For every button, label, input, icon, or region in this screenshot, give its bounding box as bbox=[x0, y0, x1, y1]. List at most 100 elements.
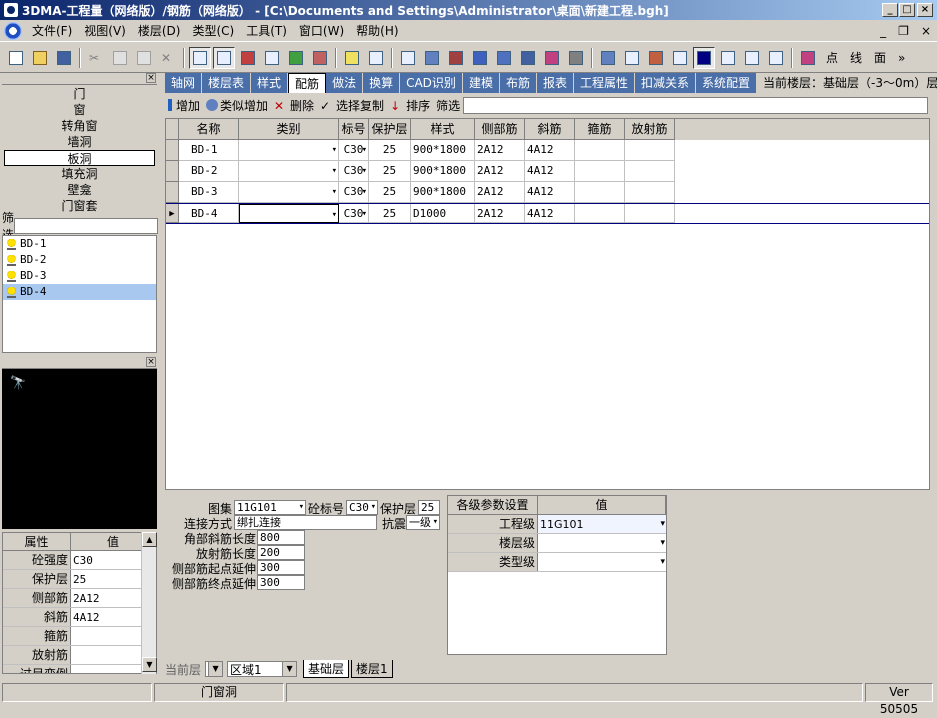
prop-row[interactable]: 放射筋 bbox=[3, 646, 156, 665]
table-row[interactable]: BD-1 C30 25 900*1800 2A12 4A12 bbox=[166, 140, 929, 161]
prop-row[interactable]: 过目变例 bbox=[3, 665, 156, 673]
menu-view[interactable]: 视图(V) bbox=[78, 20, 132, 42]
column-icon[interactable] bbox=[517, 47, 539, 69]
mdi-minimize-icon[interactable]: _ bbox=[874, 20, 892, 42]
pillar-icon[interactable] bbox=[597, 47, 619, 69]
category-dropdown[interactable] bbox=[239, 140, 339, 161]
category-dropdown[interactable] bbox=[239, 161, 339, 182]
zone-select[interactable]: 区域1 ▼ bbox=[227, 661, 298, 677]
tab-rebar[interactable]: 配筋 bbox=[288, 73, 327, 93]
list-item[interactable]: BD-4 bbox=[3, 284, 156, 300]
tab-deduction[interactable]: 扣减关系 bbox=[635, 73, 697, 93]
table-row[interactable]: ▶ BD-4 C30 25 D1000 2A12 4A12 bbox=[166, 203, 929, 224]
grid-filter-input[interactable] bbox=[463, 96, 928, 114]
table-row[interactable]: BD-3 C30 25 900*1800 2A12 4A12 bbox=[166, 182, 929, 203]
list-item[interactable]: BD-2 bbox=[3, 252, 156, 268]
level-row[interactable]: 工程级 11G101 bbox=[448, 515, 666, 534]
prop-row[interactable]: 侧部筋 2A12 bbox=[3, 589, 156, 608]
prop-row[interactable]: 斜筋 4A12 bbox=[3, 608, 156, 627]
tab-convert[interactable]: 换算 bbox=[363, 73, 401, 93]
delete-icon[interactable]: ✕ bbox=[157, 47, 179, 69]
cover-input[interactable]: 25 bbox=[418, 500, 440, 515]
similar-add-button[interactable]: 类似增加 bbox=[203, 97, 271, 114]
category-dropdown[interactable] bbox=[239, 204, 339, 223]
find-icon[interactable] bbox=[365, 47, 387, 69]
more-icon[interactable]: » bbox=[892, 51, 911, 65]
preview-close-icon[interactable]: × bbox=[146, 357, 156, 367]
mdi-restore-icon[interactable]: ❐ bbox=[892, 20, 915, 42]
copy-icon[interactable] bbox=[109, 47, 131, 69]
angle-icon[interactable] bbox=[765, 47, 787, 69]
sort-button[interactable]: ↓ 排序 bbox=[387, 97, 433, 114]
category-slab-hole[interactable]: 板洞 bbox=[4, 150, 155, 166]
app-logo-icon[interactable] bbox=[4, 21, 22, 40]
prop-row[interactable]: 保护层 25 bbox=[3, 570, 156, 589]
category-door[interactable]: 门 bbox=[2, 86, 157, 102]
layers-icon[interactable] bbox=[421, 47, 443, 69]
prop-row[interactable]: 箍筋 bbox=[3, 627, 156, 646]
tab-axis[interactable]: 轴网 bbox=[165, 73, 203, 93]
plate-icon[interactable] bbox=[669, 47, 691, 69]
layer-select[interactable]: ▼ bbox=[205, 661, 224, 677]
new-file-icon[interactable] bbox=[5, 47, 27, 69]
filter-input[interactable] bbox=[14, 218, 159, 234]
seismic-select[interactable]: 一级 bbox=[406, 515, 440, 530]
category-dropdown[interactable] bbox=[239, 182, 339, 203]
view-icon[interactable] bbox=[261, 47, 283, 69]
eye-icon[interactable] bbox=[285, 47, 307, 69]
category-corner-window[interactable]: 转角窗 bbox=[2, 118, 157, 134]
col-radial[interactable]: 放射筋 bbox=[625, 119, 675, 140]
save-icon[interactable] bbox=[53, 47, 75, 69]
open-folder-icon[interactable] bbox=[29, 47, 51, 69]
category-fill-hole[interactable]: 填充洞 bbox=[2, 166, 157, 182]
panel-close-icon[interactable]: × bbox=[146, 73, 156, 83]
tab-system[interactable]: 系统配置 bbox=[696, 73, 758, 93]
side-start-input[interactable]: 300 bbox=[257, 560, 305, 575]
maximize-button[interactable]: □ bbox=[899, 3, 915, 17]
tab-style[interactable]: 样式 bbox=[251, 73, 289, 93]
level-row[interactable]: 类型级 bbox=[448, 553, 666, 572]
category-wall-hole[interactable]: 墙洞 bbox=[2, 134, 157, 150]
col-side-rebar[interactable]: 侧部筋 bbox=[475, 119, 525, 140]
binoculars-icon[interactable]: 🔭 bbox=[10, 376, 26, 391]
tab-project-props[interactable]: 工程属性 bbox=[574, 73, 635, 93]
add-button[interactable]: 增加 bbox=[165, 97, 203, 114]
col-stirrup[interactable]: 箍筋 bbox=[575, 119, 625, 140]
corner-length-input[interactable]: 800 bbox=[257, 530, 305, 545]
tab-method[interactable]: 做法 bbox=[326, 73, 364, 93]
menu-window[interactable]: 窗口(W) bbox=[293, 20, 350, 42]
close-button[interactable]: × bbox=[917, 3, 933, 17]
menu-help[interactable]: 帮助(H) bbox=[350, 20, 404, 42]
brick-icon[interactable] bbox=[645, 47, 667, 69]
connection-input[interactable]: 绑扎连接 bbox=[234, 515, 377, 530]
house-icon[interactable] bbox=[797, 47, 819, 69]
point-mode-button[interactable]: 点 bbox=[820, 49, 844, 66]
table-row[interactable]: BD-2 C30 25 900*1800 2A12 4A12 bbox=[166, 161, 929, 182]
col-diag-rebar[interactable]: 斜筋 bbox=[525, 119, 575, 140]
pile-icon[interactable] bbox=[565, 47, 587, 69]
cut-icon[interactable]: ✂ bbox=[85, 47, 107, 69]
calc-icon[interactable] bbox=[309, 47, 331, 69]
tab-layout-rebar[interactable]: 布筋 bbox=[500, 73, 537, 93]
col-grade[interactable]: 标号 bbox=[339, 119, 369, 140]
corner-icon[interactable] bbox=[741, 47, 763, 69]
table-view-icon[interactable] bbox=[213, 46, 235, 69]
line-draw-icon[interactable] bbox=[717, 47, 739, 69]
menu-file[interactable]: 文件(F) bbox=[26, 20, 78, 42]
wall-icon[interactable] bbox=[445, 47, 467, 69]
select-copy-button[interactable]: ✓ 选择复制 bbox=[317, 97, 387, 114]
axis-grid-icon[interactable] bbox=[397, 47, 419, 69]
beam-icon[interactable] bbox=[469, 47, 491, 69]
area-mode-button[interactable]: 面 bbox=[868, 49, 892, 66]
tab-floors[interactable]: 楼层表 bbox=[202, 73, 252, 93]
menu-type[interactable]: 类型(C) bbox=[186, 20, 240, 42]
col-cover[interactable]: 保护层 bbox=[369, 119, 411, 140]
floor-tab-1[interactable]: 楼层1 bbox=[351, 660, 393, 678]
col-style[interactable]: 样式 bbox=[411, 119, 475, 140]
minimize-button[interactable]: _ bbox=[882, 3, 898, 17]
tab-cad[interactable]: CAD识别 bbox=[400, 73, 463, 93]
category-niche[interactable]: 壁龛 bbox=[2, 182, 157, 198]
paste-icon[interactable] bbox=[133, 47, 155, 69]
floor-tab-base[interactable]: 基础层 bbox=[303, 660, 350, 678]
mdi-close-icon[interactable]: × bbox=[915, 20, 937, 42]
